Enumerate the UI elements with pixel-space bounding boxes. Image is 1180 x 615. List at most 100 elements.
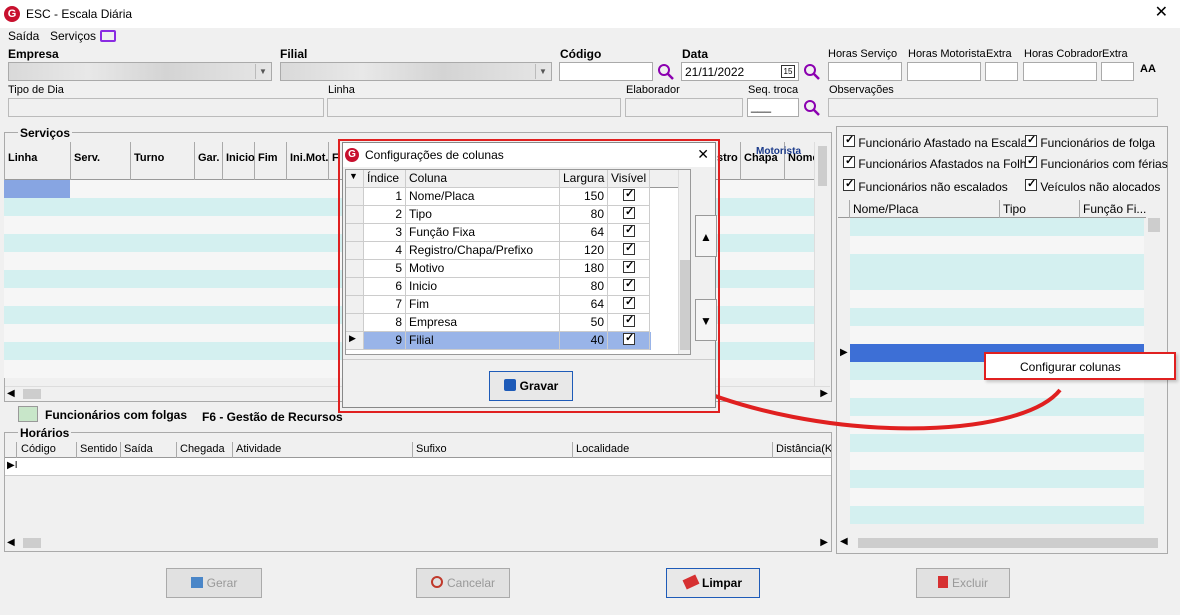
filial-combo[interactable]: ▼: [280, 62, 552, 81]
list-item[interactable]: [850, 452, 1144, 470]
list-item[interactable]: [850, 218, 1144, 236]
visivel-cell[interactable]: [608, 331, 650, 350]
col-saida[interactable]: Saída: [121, 442, 177, 458]
filter-nao-escalados[interactable]: Funcionários não escalados: [843, 177, 1008, 194]
visivel-cell[interactable]: [608, 295, 650, 314]
observacoes-field[interactable]: [828, 98, 1158, 117]
column-config-row[interactable]: 4 Registro/Chapa/Prefixo 120: [346, 241, 651, 260]
close-icon[interactable]: ✕: [1155, 4, 1168, 22]
limpar-button[interactable]: Limpar: [666, 568, 760, 598]
list-item[interactable]: [850, 254, 1144, 272]
col-linha[interactable]: Linha: [5, 142, 71, 180]
checkbox[interactable]: [1025, 177, 1037, 191]
extra-field-1[interactable]: [985, 62, 1018, 81]
columns-grid-vscroll[interactable]: [678, 170, 690, 354]
col-serv[interactable]: Serv.: [71, 142, 131, 180]
empresa-combo[interactable]: ▼: [8, 62, 272, 81]
column-config-row[interactable]: ▶ 9 Filial 40: [346, 331, 651, 350]
checkbox[interactable]: [843, 154, 855, 168]
column-config-row[interactable]: 8 Empresa 50: [346, 313, 651, 332]
gerar-button[interactable]: Gerar: [166, 568, 262, 598]
codigo-input[interactable]: [559, 62, 653, 81]
visivel-cell[interactable]: [608, 313, 650, 332]
filter-afastados-folha[interactable]: Funcionários Afastados na Folha: [843, 154, 1033, 171]
font-size-icon[interactable]: AA: [1140, 63, 1156, 75]
move-up-button[interactable]: ▲: [695, 215, 717, 257]
right-hscroll[interactable]: ◀: [838, 536, 1162, 550]
visivel-cell[interactable]: [608, 205, 650, 224]
col-inicio[interactable]: Inicio: [223, 142, 255, 180]
dialog-close-icon[interactable]: ✕: [697, 146, 709, 163]
linha-field[interactable]: [327, 98, 621, 117]
search-icon[interactable]: [803, 99, 821, 117]
search-icon[interactable]: [657, 63, 675, 81]
visivel-checkbox[interactable]: [623, 241, 635, 255]
visivel-cell[interactable]: [608, 277, 650, 296]
list-item[interactable]: [850, 470, 1144, 488]
visivel-checkbox[interactable]: [623, 313, 635, 327]
filter-veiculos[interactable]: Veículos não alocados: [1025, 177, 1160, 194]
checkbox[interactable]: [843, 177, 855, 191]
col-tipo[interactable]: Tipo: [1000, 200, 1080, 218]
col-turno[interactable]: Turno: [131, 142, 195, 180]
menu-servicos[interactable]: Serviços: [50, 29, 96, 43]
search-icon[interactable]: [803, 63, 821, 81]
col-fim[interactable]: Fim: [255, 142, 287, 180]
visivel-cell[interactable]: [608, 241, 650, 260]
visivel-checkbox[interactable]: [623, 331, 635, 345]
visivel-checkbox[interactable]: [623, 295, 635, 309]
calendar-icon[interactable]: 15: [781, 65, 795, 78]
column-config-row[interactable]: 1 Nome/Placa 150: [346, 187, 651, 206]
filter-afastado-escala[interactable]: Funcionário Afastado na Escala: [843, 133, 1027, 150]
extra-field-2[interactable]: [1101, 62, 1134, 81]
col-chegada[interactable]: Chegada: [177, 442, 233, 458]
col-nome-placa[interactable]: Nome/Placa: [850, 200, 1000, 218]
horas-cobrador-field[interactable]: [1023, 62, 1097, 81]
col-funcao-fixa[interactable]: Função Fi...: [1080, 200, 1146, 218]
col-sentido[interactable]: Sentido: [77, 442, 121, 458]
col-largura[interactable]: Largura: [560, 170, 608, 188]
col-indice[interactable]: Índice: [364, 170, 406, 188]
visivel-cell[interactable]: [608, 187, 650, 206]
column-config-row[interactable]: 7 Fim 64: [346, 295, 651, 314]
visivel-checkbox[interactable]: [623, 259, 635, 273]
filter-folga[interactable]: Funcionários de folga: [1025, 133, 1155, 150]
list-item[interactable]: [850, 236, 1144, 254]
seq-troca-input[interactable]: ___: [747, 98, 799, 117]
col-ini-mot[interactable]: Ini.Mot.: [287, 142, 329, 180]
visivel-checkbox[interactable]: [623, 223, 635, 237]
visivel-cell[interactable]: [608, 223, 650, 242]
column-config-row[interactable]: 2 Tipo 80: [346, 205, 651, 224]
visivel-checkbox[interactable]: [623, 277, 635, 291]
col-visivel[interactable]: Visível: [608, 170, 650, 188]
elaborador-field[interactable]: [625, 98, 743, 117]
checkbox[interactable]: [1025, 154, 1037, 168]
monitor-icon[interactable]: [100, 30, 116, 42]
checkbox[interactable]: [843, 133, 855, 147]
visivel-cell[interactable]: [608, 259, 650, 278]
visivel-checkbox[interactable]: [623, 205, 635, 219]
list-item[interactable]: [850, 506, 1144, 524]
horas-motorista-field[interactable]: [907, 62, 981, 81]
menu-saida[interactable]: Saída: [8, 29, 39, 43]
data-input[interactable]: 21/11/2022 15: [681, 62, 799, 81]
move-down-button[interactable]: ▼: [695, 299, 717, 341]
horas-servico-field[interactable]: [828, 62, 902, 81]
list-item[interactable]: [850, 272, 1144, 290]
column-config-row[interactable]: 6 Inicio 80: [346, 277, 651, 296]
col-sufixo[interactable]: Sufixo: [413, 442, 573, 458]
col-coluna[interactable]: Coluna: [406, 170, 560, 188]
filter-ferias[interactable]: Funcionários com férias: [1025, 154, 1168, 171]
servicos-vscroll[interactable]: [814, 142, 830, 386]
horarios-new-row[interactable]: ▶I: [5, 458, 831, 476]
list-item[interactable]: [850, 308, 1144, 326]
list-item[interactable]: [850, 488, 1144, 506]
list-item[interactable]: [850, 290, 1144, 308]
visivel-checkbox[interactable]: [623, 187, 635, 201]
col-gar[interactable]: Gar.: [195, 142, 223, 180]
gravar-button[interactable]: Gravar: [489, 371, 573, 401]
excluir-button[interactable]: Excluir: [916, 568, 1010, 598]
list-item[interactable]: [850, 326, 1144, 344]
col-codigo[interactable]: Código: [17, 442, 77, 458]
column-config-row[interactable]: 3 Função Fixa 64: [346, 223, 651, 242]
